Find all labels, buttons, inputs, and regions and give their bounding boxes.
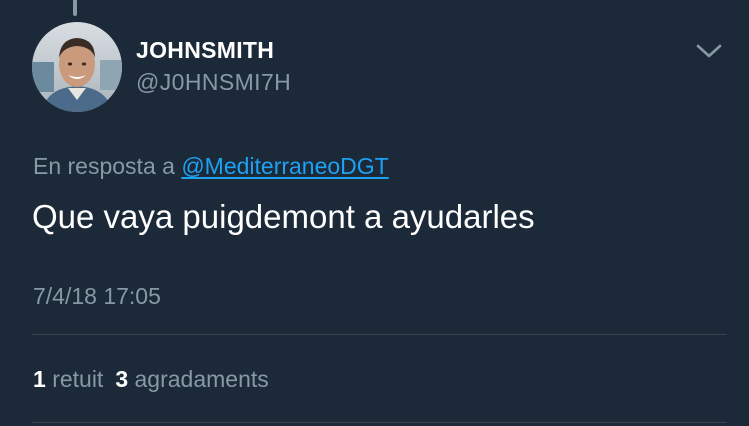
avatar[interactable] [32, 22, 122, 112]
tweet-stats: 1 retuit 3 agradaments [33, 366, 281, 393]
likes-stat[interactable]: 3 agradaments [115, 366, 268, 392]
reply-context: En resposta a @MediterraneoDGT [33, 153, 389, 180]
chevron-down-icon[interactable] [694, 39, 724, 61]
tweet-detail: JOHNSMITH @J0HNSMI7H En resposta a @Medi… [0, 0, 749, 426]
thread-connector-line [73, 0, 77, 16]
divider [32, 334, 727, 335]
likes-label: agradaments [134, 366, 269, 392]
divider [32, 422, 727, 423]
user-handle[interactable]: @J0HNSMI7H [136, 69, 291, 96]
retweets-label: retuit [52, 366, 104, 392]
avatar-photo [32, 22, 122, 112]
retweets-count: 1 [33, 366, 46, 392]
reply-mention-link[interactable]: @MediterraneoDGT [181, 153, 388, 179]
user-display-name[interactable]: JOHNSMITH [136, 37, 274, 64]
reply-prefix: En resposta a [33, 153, 175, 179]
likes-count: 3 [115, 366, 129, 392]
retweets-stat[interactable]: 1 retuit [33, 366, 103, 392]
tweet-text: Que vaya puigdemont a ayudarles [32, 198, 535, 235]
tweet-timestamp[interactable]: 7/4/18 17:05 [33, 283, 161, 310]
